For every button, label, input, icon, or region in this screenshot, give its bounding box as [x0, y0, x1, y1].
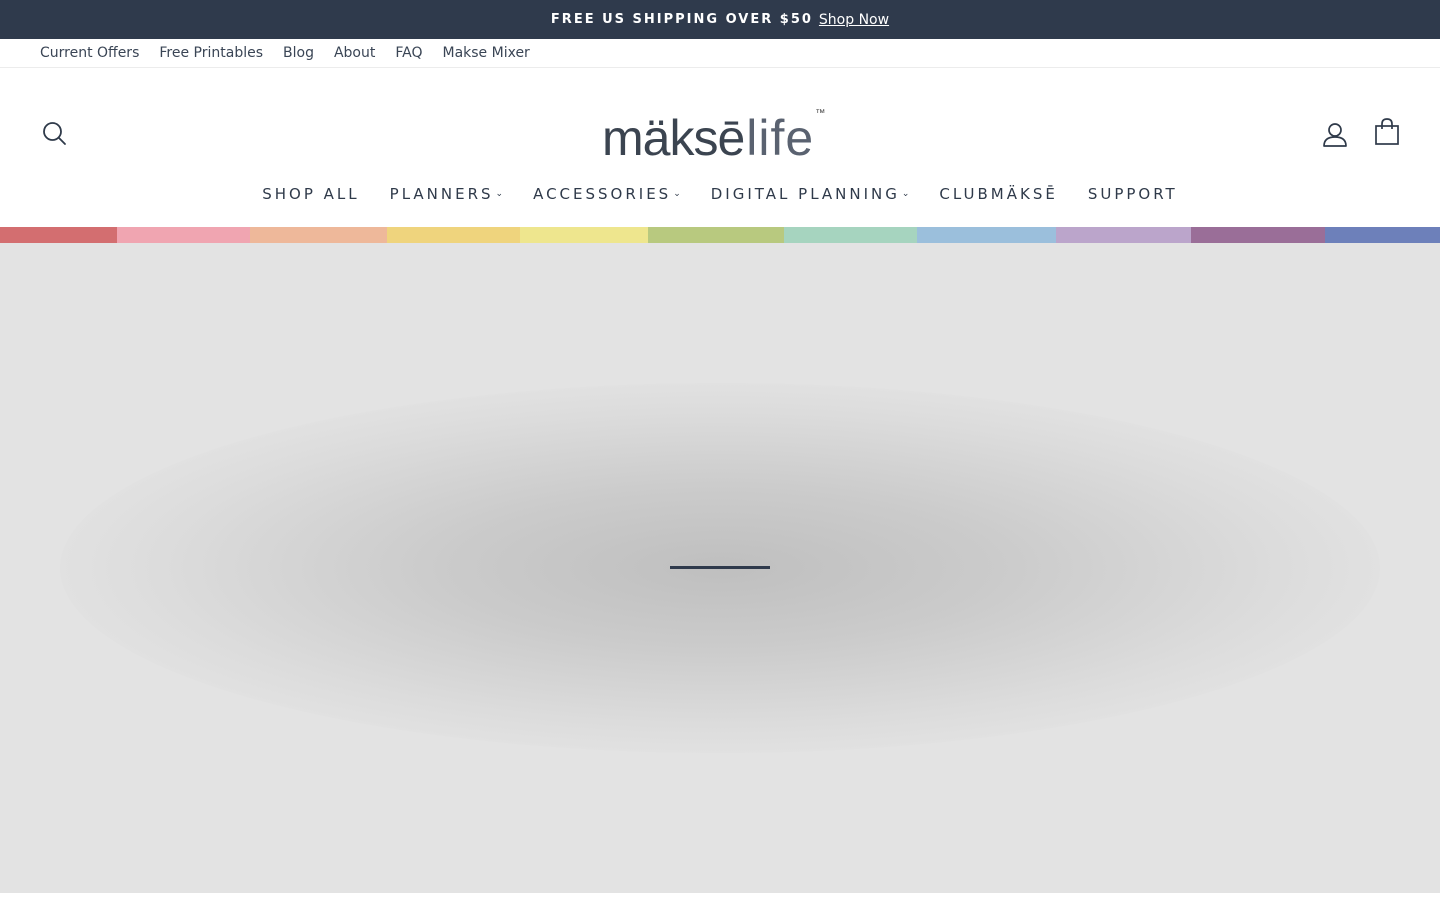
- rainbow-segment: [1056, 227, 1191, 243]
- loading-indicator: [670, 566, 770, 569]
- nav-accessories[interactable]: ACCESSORIES ⌄: [533, 185, 681, 203]
- nav-clubmakse[interactable]: CLUBMÄKSĒ: [939, 185, 1057, 203]
- main-navigation: SHOP ALL PLANNERS ⌄ ACCESSORIES ⌄ DIGITA…: [0, 185, 1440, 203]
- hero-slideshow: [0, 243, 1440, 893]
- top-link-blog[interactable]: Blog: [283, 45, 314, 61]
- nav-accessories-label: ACCESSORIES: [533, 185, 672, 203]
- site-header: mäksē life ™ SHOP ALL PLANNERS ⌄ ACCESSO…: [0, 68, 1440, 227]
- rainbow-segment: [917, 227, 1056, 243]
- user-icon: [1323, 123, 1347, 147]
- rainbow-segment: [250, 227, 387, 243]
- nav-clubmakse-label: CLUBMÄKSĒ: [939, 185, 1058, 203]
- cart-button[interactable]: [1374, 118, 1400, 146]
- search-button[interactable]: [42, 121, 68, 147]
- nav-planners-label: PLANNERS: [389, 185, 494, 203]
- nav-digital-planning[interactable]: DIGITAL PLANNING ⌄: [711, 185, 910, 203]
- chevron-down-icon: ⌄: [495, 189, 504, 199]
- nav-digital-planning-label: DIGITAL PLANNING: [710, 185, 900, 203]
- nav-shop-all[interactable]: SHOP ALL: [262, 185, 359, 203]
- page-bottom-strip: [0, 893, 1440, 899]
- rainbow-segment: [520, 227, 648, 243]
- nav-support[interactable]: SUPPORT: [1088, 185, 1178, 203]
- search-icon: [43, 122, 66, 145]
- announcement-text: FREE US SHIPPING OVER $50: [550, 12, 813, 27]
- logo-main-text: mäksē: [602, 110, 745, 166]
- rainbow-segment: [648, 227, 784, 243]
- chevron-down-icon: ⌄: [901, 189, 910, 199]
- site-logo[interactable]: mäksē life ™: [602, 104, 852, 164]
- top-link-faq[interactable]: FAQ: [395, 45, 422, 61]
- rainbow-segment: [784, 227, 917, 243]
- account-button[interactable]: [1322, 121, 1348, 149]
- logo-trademark: ™: [815, 108, 826, 119]
- rainbow-segment: [117, 227, 250, 243]
- top-link-makse-mixer[interactable]: Makse Mixer: [443, 45, 530, 61]
- logo-life-text: life: [746, 110, 815, 166]
- announcement-bar: FREE US SHIPPING OVER $50 Shop Now: [0, 0, 1440, 39]
- top-link-current-offers[interactable]: Current Offers: [40, 45, 139, 61]
- nav-shop-all-label: SHOP ALL: [262, 185, 360, 203]
- top-links-bar: Current Offers Free Printables Blog Abou…: [0, 39, 1440, 68]
- shopping-bag-icon: [1375, 118, 1399, 145]
- shop-now-link[interactable]: Shop Now: [819, 12, 889, 28]
- rainbow-segment: [1325, 227, 1440, 243]
- rainbow-divider: [0, 227, 1440, 243]
- rainbow-segment: [1191, 227, 1325, 243]
- rainbow-segment: [0, 227, 117, 243]
- rainbow-segment: [387, 227, 520, 243]
- nav-support-label: SUPPORT: [1087, 185, 1178, 203]
- chevron-down-icon: ⌄: [673, 189, 681, 199]
- top-link-free-printables[interactable]: Free Printables: [159, 45, 263, 61]
- nav-planners[interactable]: PLANNERS ⌄: [390, 185, 503, 203]
- top-link-about[interactable]: About: [334, 45, 375, 61]
